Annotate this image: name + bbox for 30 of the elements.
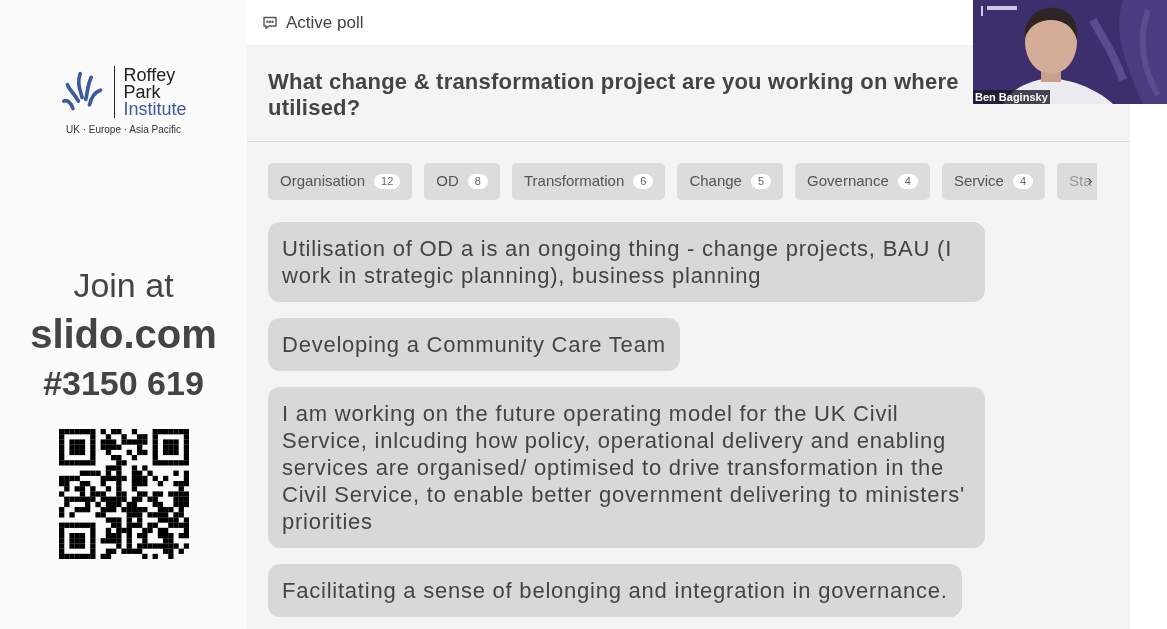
tag-count: 12 [374, 174, 401, 189]
chat-icon [262, 14, 278, 31]
join-label: Join at [73, 265, 174, 305]
logo-text: Institute [123, 100, 187, 118]
tag-count: 4 [897, 174, 918, 189]
tag-count: 5 [750, 174, 772, 189]
tag-filter[interactable]: Transformation 6 [511, 163, 666, 200]
chevron-right-icon[interactable] [1087, 177, 1094, 186]
event-code: #3150 619 [43, 363, 204, 403]
tag-count: 4 [1012, 174, 1034, 189]
participant-name: Ben Baginsky [973, 90, 1050, 104]
tag-count: 6 [633, 174, 654, 189]
tag-filter[interactable]: Change 5 [677, 163, 784, 200]
tag-filter[interactable]: OD 8 [424, 163, 500, 200]
tag-count: 8 [467, 174, 488, 189]
qr-code-icon [58, 429, 189, 559]
tag-filter[interactable]: Governance 4 [795, 163, 930, 200]
question-text: utilised? [268, 95, 361, 121]
answer-bubble: Facilitating a sense of belonging and integration in governance. [268, 564, 962, 617]
tag-filter[interactable]: Service 4 [941, 163, 1046, 200]
answer-bubble: Utilisation of OD a is an ongoing thing - change projects, BAU (I work in strategic planning), business planning [268, 222, 985, 302]
tag-filter[interactable]: Organisation 12 [268, 163, 413, 200]
header-title: Active poll [286, 11, 364, 34]
join-site: slido.com [30, 311, 217, 357]
logo-text: Park [123, 83, 161, 101]
answer-bubble: I am working on the future operating model for the UK Civil Service, inlcuding how policy, operational delivery and enabling services are organised/ optimised to drive transformation in the Civil Service, to enable better government delivering to ministers' priorities [268, 387, 985, 548]
logo-text: Roffey [123, 66, 177, 84]
question-text: What change & transformation project are you working on where [268, 69, 959, 95]
logo-tagline: UK · Europe · Asia Pacific [65, 123, 181, 137]
answer-bubble: Developing a Community Care Team [268, 318, 680, 371]
